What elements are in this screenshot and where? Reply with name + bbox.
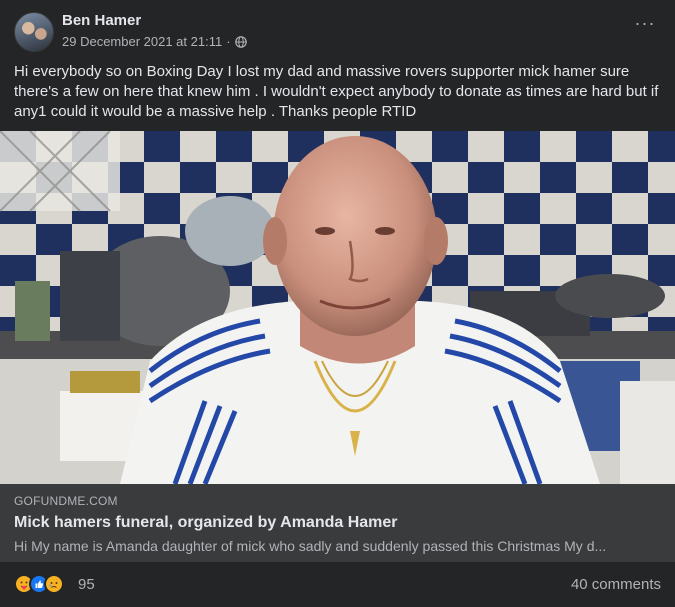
post-timestamp[interactable]: 29 December 2021 at 21:11 [62, 34, 222, 49]
link-domain: GOFUNDME.COM [14, 494, 118, 508]
link-description: Hi My name is Amanda daughter of mick wh… [14, 538, 607, 554]
author-name[interactable]: Ben Hamer [62, 12, 141, 29]
meta-separator: · [226, 34, 231, 49]
link-title[interactable]: Mick hamers funeral, organized by Amanda… [14, 514, 398, 532]
author-avatar[interactable] [14, 12, 54, 52]
reaction-count[interactable]: 95 [78, 576, 95, 593]
post-card: Ben Hamer 29 December 2021 at 21:11 · ··… [0, 0, 675, 607]
link-preview[interactable]: GOFUNDME.COM Mick hamers funeral, organi… [0, 484, 675, 562]
comments-count[interactable]: 40 comments [571, 576, 661, 593]
reaction-icons[interactable] [14, 574, 64, 594]
sad-icon [44, 574, 64, 594]
globe-icon[interactable] [234, 35, 247, 48]
post-footer: 95 40 comments [0, 562, 675, 607]
more-options-button[interactable]: ··· [631, 14, 659, 38]
post-photo[interactable] [0, 131, 675, 484]
post-meta: 29 December 2021 at 21:11 · [62, 34, 247, 49]
post-text: Hi everybody so on Boxing Day I lost my … [14, 63, 659, 120]
post-header: Ben Hamer 29 December 2021 at 21:11 · ··… [0, 0, 675, 58]
